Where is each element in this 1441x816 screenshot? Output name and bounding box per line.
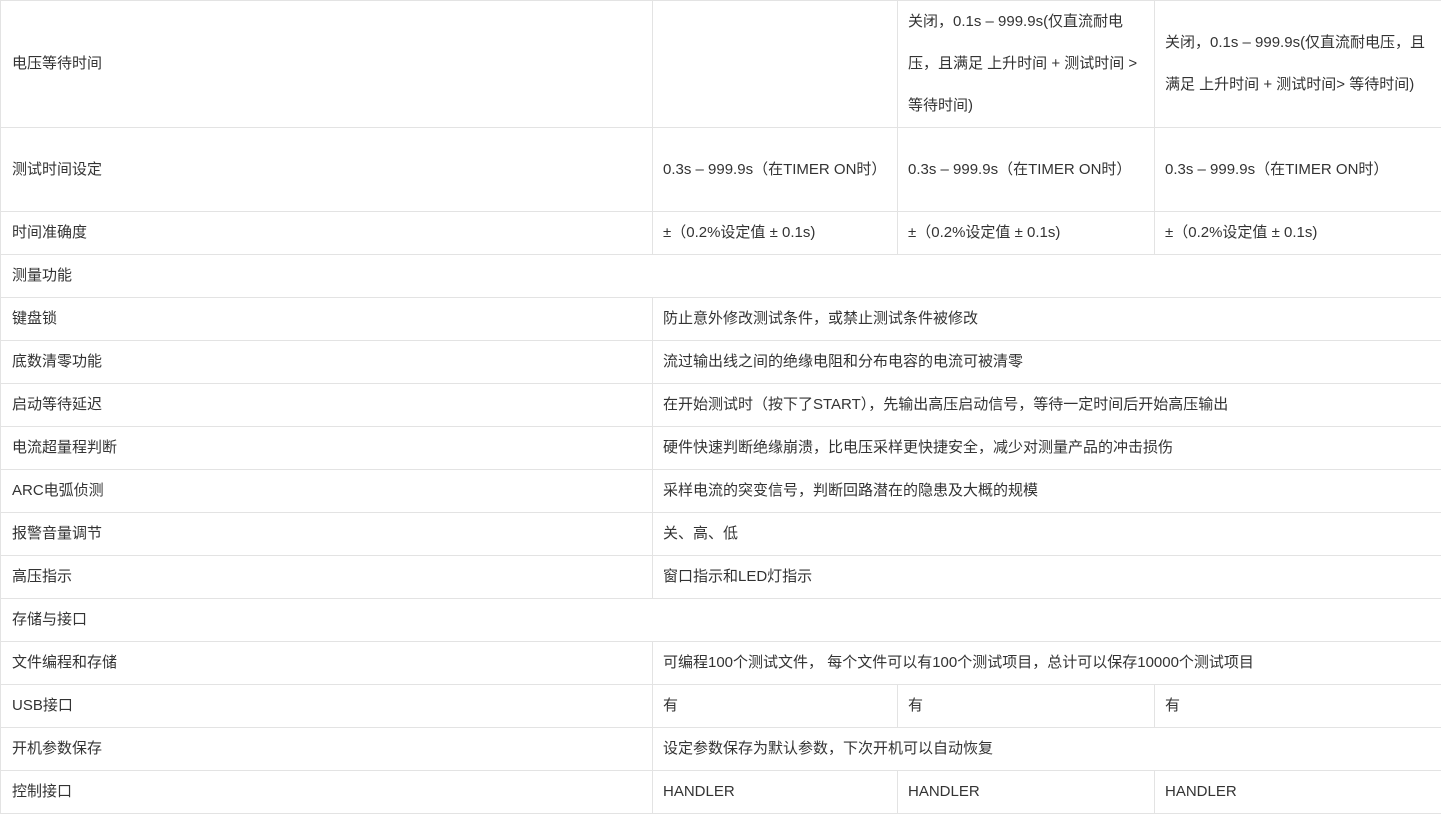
table-cell-merged: 硬件快速判断绝缘崩溃，比电压采样更快捷安全，减少对测量产品的冲击损伤: [652, 426, 1441, 470]
table-cell-merged: 可编程100个测试文件， 每个文件可以有100个测试项目，总计可以保存10000…: [652, 641, 1441, 685]
row-label: 键盘锁: [0, 297, 653, 341]
row-label: 底数清零功能: [0, 340, 653, 384]
table-row-keyboard-lock: 键盘锁 防止意外修改测试条件，或禁止测试条件被修改: [0, 297, 1441, 341]
table-cell-merged: 关、高、低: [652, 512, 1441, 556]
table-cell: 0.3s – 999.9s（在TIMER ON时）: [897, 127, 1155, 212]
row-label: 启动等待延迟: [0, 383, 653, 427]
table-row-start-delay: 启动等待延迟 在开始测试时（按下了START），先输出高压启动信号，等待一定时间…: [0, 383, 1441, 427]
table-cell: HANDLER: [652, 770, 898, 814]
row-label: 时间准确度: [0, 211, 653, 255]
table-row-hv-indicator: 高压指示 窗口指示和LED灯指示: [0, 555, 1441, 599]
table-cell: ±（0.2%设定值 ± 0.1s): [1154, 211, 1441, 255]
table-cell: 有: [897, 684, 1155, 728]
row-label: 高压指示: [0, 555, 653, 599]
row-label: 报警音量调节: [0, 512, 653, 556]
table-cell-merged: 流过输出线之间的绝缘电阻和分布电容的电流可被清零: [652, 340, 1441, 384]
table-row-power-on-params: 开机参数保存 设定参数保存为默认参数，下次开机可以自动恢复: [0, 727, 1441, 771]
section-heading: 存储与接口: [0, 598, 1441, 642]
section-row-measurement: 测量功能: [0, 254, 1441, 298]
table-cell: HANDLER: [1154, 770, 1441, 814]
table-cell: 0.3s – 999.9s（在TIMER ON时）: [1154, 127, 1441, 212]
row-label: 测试时间设定: [0, 127, 653, 212]
section-row-storage-interface: 存储与接口: [0, 598, 1441, 642]
row-label: 开机参数保存: [0, 727, 653, 771]
table-cell: 有: [652, 684, 898, 728]
table-row-voltage-wait-time: 电压等待时间 关闭，0.1s – 999.9s(仅直流耐电压，且满足 上升时间 …: [0, 0, 1441, 128]
table-row-file-storage: 文件编程和存储 可编程100个测试文件， 每个文件可以有100个测试项目，总计可…: [0, 641, 1441, 685]
table-cell: 关闭，0.1s – 999.9s(仅直流耐电压，且满足 上升时间 + 测试时间>…: [1154, 0, 1441, 128]
table-cell-merged: 防止意外修改测试条件，或禁止测试条件被修改: [652, 297, 1441, 341]
table-cell: 关闭，0.1s – 999.9s(仅直流耐电压，且满足 上升时间 + 测试时间 …: [897, 0, 1155, 128]
row-label: 控制接口: [0, 770, 653, 814]
table-row-alarm-volume: 报警音量调节 关、高、低: [0, 512, 1441, 556]
table-cell: HANDLER: [897, 770, 1155, 814]
table-cell: 0.3s – 999.9s（在TIMER ON时）: [652, 127, 898, 212]
table-cell-merged: 在开始测试时（按下了START），先输出高压启动信号，等待一定时间后开始高压输出: [652, 383, 1441, 427]
table-row-control-interface: 控制接口 HANDLER HANDLER HANDLER: [0, 770, 1441, 814]
section-heading: 测量功能: [0, 254, 1441, 298]
table-row-arc-detection: ARC电弧侦测 采样电流的突变信号，判断回路潜在的隐患及大概的规模: [0, 469, 1441, 513]
row-label: ARC电弧侦测: [0, 469, 653, 513]
row-label: 文件编程和存储: [0, 641, 653, 685]
table-cell-merged: 窗口指示和LED灯指示: [652, 555, 1441, 599]
row-label: USB接口: [0, 684, 653, 728]
table-row-usb: USB接口 有 有 有: [0, 684, 1441, 728]
spec-table: 电压等待时间 关闭，0.1s – 999.9s(仅直流耐电压，且满足 上升时间 …: [0, 0, 1441, 814]
table-row-zero-offset: 底数清零功能 流过输出线之间的绝缘电阻和分布电容的电流可被清零: [0, 340, 1441, 384]
table-cell: ±（0.2%设定值 ± 0.1s): [652, 211, 898, 255]
table-cell: [652, 0, 898, 128]
table-cell: ±（0.2%设定值 ± 0.1s): [897, 211, 1155, 255]
table-row-test-time-setting: 测试时间设定 0.3s – 999.9s（在TIMER ON时） 0.3s – …: [0, 127, 1441, 212]
table-cell-merged: 设定参数保存为默认参数，下次开机可以自动恢复: [652, 727, 1441, 771]
row-label: 电流超量程判断: [0, 426, 653, 470]
table-cell-merged: 采样电流的突变信号，判断回路潜在的隐患及大概的规模: [652, 469, 1441, 513]
table-row-overrange: 电流超量程判断 硬件快速判断绝缘崩溃，比电压采样更快捷安全，减少对测量产品的冲击…: [0, 426, 1441, 470]
table-row-time-accuracy: 时间准确度 ±（0.2%设定值 ± 0.1s) ±（0.2%设定值 ± 0.1s…: [0, 211, 1441, 255]
table-cell: 有: [1154, 684, 1441, 728]
row-label: 电压等待时间: [0, 0, 653, 128]
